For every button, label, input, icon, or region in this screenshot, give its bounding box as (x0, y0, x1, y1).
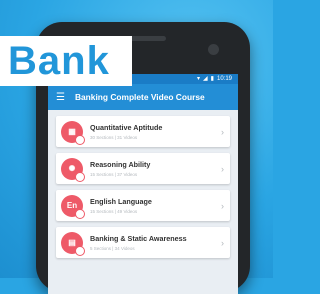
app-title: Banking Complete Video Course (74, 92, 205, 102)
course-text: English Language 15 Sections | 49 Videos (90, 197, 221, 214)
course-text: Banking & Static Awareness 5 Sections | … (90, 234, 221, 251)
course-icon-glyph: ▦ (68, 127, 76, 136)
speaker-grille (126, 36, 166, 41)
course-title: Banking & Static Awareness (90, 234, 187, 243)
course-list: ▦ Quantitative Aptitude 30 Sections | 31… (48, 110, 238, 258)
brand-banner: Bank (0, 36, 132, 86)
play-badge-icon (75, 245, 85, 256)
bank-icon: ▤ (61, 231, 85, 256)
course-card-banking[interactable]: ▤ Banking & Static Awareness 5 Sections … (56, 227, 230, 258)
course-title: Reasoning Ability (90, 160, 151, 169)
chevron-right-icon: › (221, 200, 224, 211)
chevron-right-icon: › (221, 237, 224, 248)
wifi-icon: ▾ (197, 76, 201, 82)
chevron-right-icon: › (221, 163, 224, 174)
chevron-right-icon: › (221, 126, 224, 137)
status-time: 10:19 (216, 76, 232, 82)
phone-screen: ▾ ◢ ▮ 10:19 ☰ Banking Complete Video Cou… (48, 74, 238, 294)
course-meta: 15 Sections | 49 Videos (90, 209, 138, 214)
signal-icon: ◢ (203, 76, 208, 82)
course-icon-glyph: ▤ (68, 238, 76, 247)
course-text: Quantitative Aptitude 30 Sections | 31 V… (90, 123, 221, 140)
brand-title: Bank (8, 39, 110, 83)
course-meta: 15 Sections | 37 Videos (90, 172, 138, 177)
course-icon-glyph: ✺ (68, 164, 76, 173)
course-text: Reasoning Ability 15 Sections | 37 Video… (90, 160, 221, 177)
brain-icon: ✺ (61, 157, 85, 182)
front-camera (208, 44, 219, 55)
course-card-english[interactable]: En English Language 15 Sections | 49 Vid… (56, 190, 230, 221)
play-badge-icon (75, 171, 85, 182)
course-card-reasoning[interactable]: ✺ Reasoning Ability 15 Sections | 37 Vid… (56, 153, 230, 184)
app-bar: ☰ Banking Complete Video Course (48, 84, 238, 110)
course-title: English Language (90, 197, 152, 206)
course-icon-glyph: En (66, 201, 78, 210)
course-title: Quantitative Aptitude (90, 123, 163, 132)
play-badge-icon (75, 208, 85, 219)
course-card-quantitative[interactable]: ▦ Quantitative Aptitude 30 Sections | 31… (56, 116, 230, 147)
course-meta: 5 Sections | 34 Videos (90, 246, 135, 251)
course-meta: 30 Sections | 31 Videos (90, 135, 138, 140)
calculator-icon: ▦ (61, 120, 85, 145)
menu-icon[interactable]: ☰ (56, 92, 65, 103)
english-icon: En (61, 194, 85, 219)
battery-icon: ▮ (210, 76, 214, 82)
play-badge-icon (75, 134, 85, 145)
